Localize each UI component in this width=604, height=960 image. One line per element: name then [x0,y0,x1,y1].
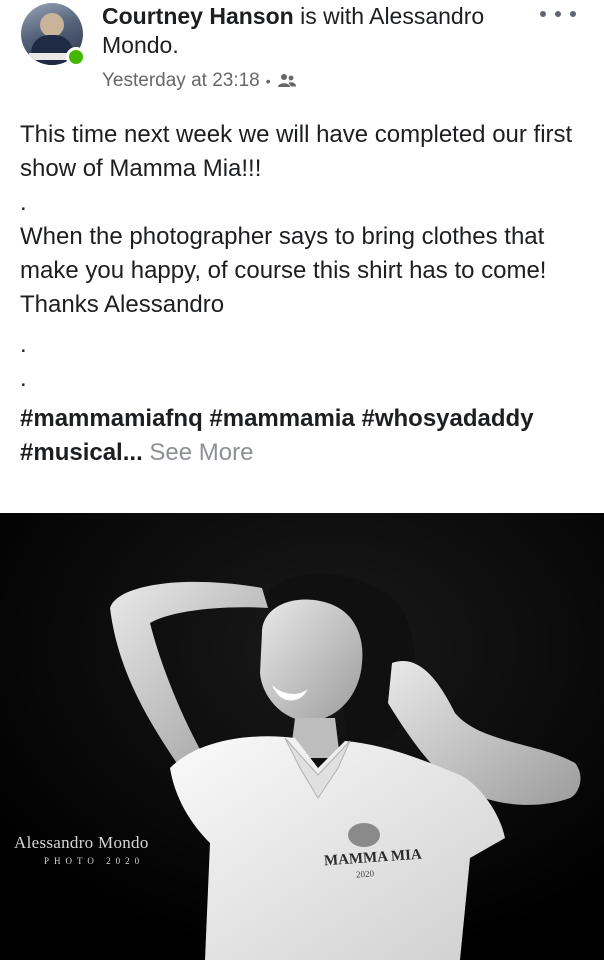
shirt-logo-year: 2020 [355,868,375,880]
post-dot-3: . [20,365,27,392]
see-more-link[interactable]: See More [143,439,253,466]
post-photo[interactable] [0,513,604,960]
post-paragraph-2: When the photographer says to bring clot… [20,223,547,284]
author-name-link[interactable]: Courtney Hanson [102,3,294,29]
post-dot-2: . [20,331,27,358]
post-title: Courtney Hanson is with Alessandro Mondo… [102,2,522,60]
more-options-icon[interactable] [540,0,576,28]
post-dot-1: . [20,189,27,216]
post-body: This time next week we will have complet… [20,118,590,470]
post-line-1: This time next week we will have complet… [20,121,573,182]
watermark-subtitle: PHOTO 2020 [44,856,145,866]
with-text: is with [293,3,370,29]
friends-icon[interactable] [277,73,297,89]
more-dot [555,11,561,17]
post-line-3: Thanks Alessandro [20,291,225,318]
watermark-name: Alessandro Mondo [14,833,149,852]
online-status-icon [66,47,86,67]
hashtags[interactable]: #mammamiafnq #mammamia #whosyadaddy #mus… [20,405,534,466]
post-header: Courtney Hanson is with Alessandro Mondo… [0,0,604,110]
more-dot [540,11,546,17]
post-hashtags-line: #mammamiafnq #mammamia #whosyadaddy #mus… [20,402,590,470]
photographer-watermark: Alessandro Mondo PHOTO 2020 [14,833,149,866]
post-meta: Yesterday at 23:18 • [102,70,297,92]
avatar-face [40,13,64,37]
post-timestamp[interactable]: Yesterday at 23:18 [102,70,260,92]
more-dot [570,11,576,17]
photo-illustration [0,513,604,960]
meta-separator: • [265,73,271,89]
